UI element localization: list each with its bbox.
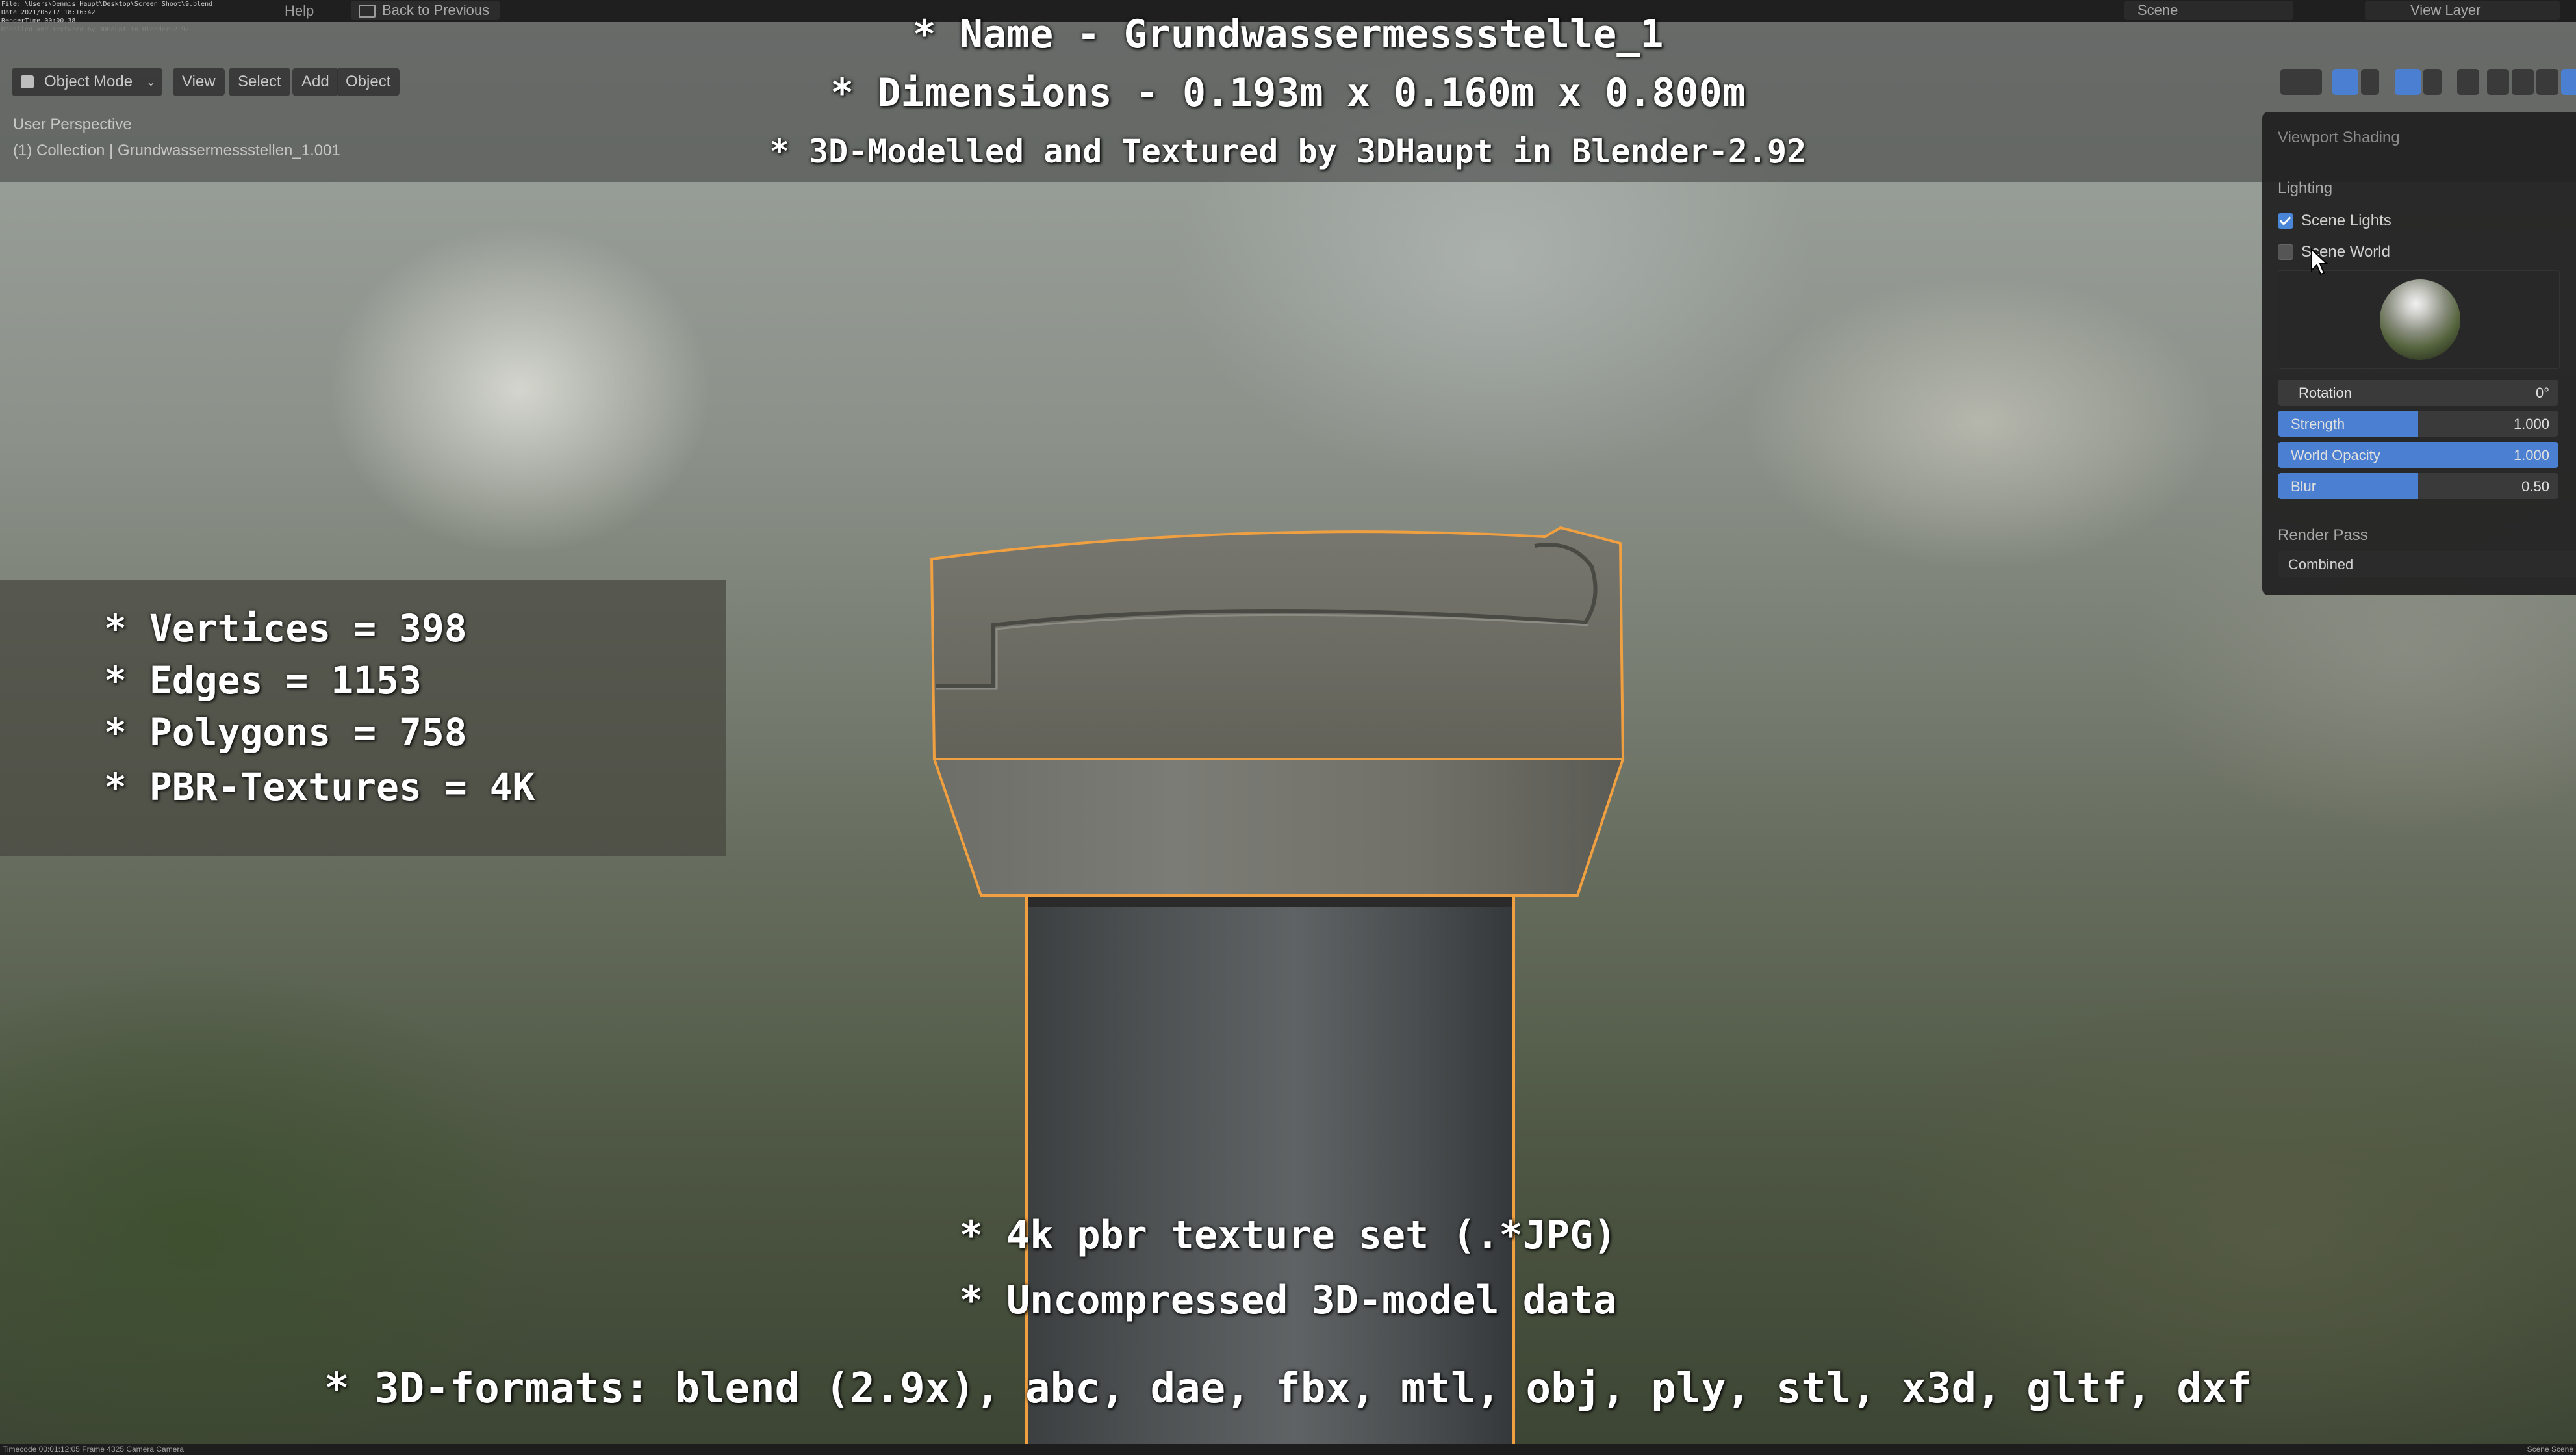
status-right: Scene Scene — [2527, 1445, 2573, 1454]
stat-polygons: * Polygons = 758 — [104, 710, 467, 754]
texture-set-info: * 4k pbr texture set (.*JPG) — [959, 1213, 1617, 1258]
render-pass-label: Render Pass — [2278, 526, 2368, 544]
formats-info: * 3D-formats: blend (2.9x), abc, dae, fb… — [324, 1365, 2252, 1413]
model-stats-panel: * Vertices = 398 * Edges = 1153 * Polygo… — [0, 580, 726, 856]
uncompressed-info: * Uncompressed 3D-model data — [959, 1278, 1617, 1323]
status-bar: Timecode 00:01:12:05 Frame 4325 Camera C… — [0, 1444, 2576, 1455]
viewport-perspective-label: User Perspective — [13, 116, 132, 133]
world-opacity-slider[interactable]: World Opacity 1.000 — [2278, 442, 2558, 468]
cap-upper — [930, 526, 1625, 760]
rotation-field[interactable]: Rotation 0° — [2278, 380, 2558, 406]
render-pass-dropdown[interactable]: Combined — [2278, 551, 2576, 577]
mouse-cursor-icon — [2311, 248, 2329, 276]
hdri-sphere-icon — [2380, 279, 2460, 360]
stat-edges: * Edges = 1153 — [104, 658, 422, 702]
model-credit: * 3D-Modelled and Textured by 3DHaupt in… — [769, 133, 1807, 170]
cap-lower — [932, 758, 1625, 897]
blur-slider[interactable]: Blur 0.50 — [2278, 473, 2558, 499]
status-left: Timecode 00:01:12:05 Frame 4325 Camera C… — [3, 1445, 185, 1454]
model-name: * Name - Grundwassermessstelle_1 — [912, 12, 1664, 57]
scene-lights-label[interactable]: Scene Lights — [2301, 212, 2391, 230]
stat-vertices: * Vertices = 398 — [104, 606, 467, 650]
scene-lights-checkbox[interactable] — [2278, 213, 2293, 229]
viewport-shading-popover: Viewport Shading Lighting Scene Lights S… — [2262, 112, 2576, 595]
hdri-preview[interactable] — [2278, 270, 2560, 369]
scene-world-checkbox[interactable] — [2278, 244, 2293, 260]
model-dimensions: * Dimensions - 0.193m x 0.160m x 0.800m — [830, 70, 1746, 116]
stat-textures: * PBR-Textures = 4K — [104, 765, 535, 809]
lighting-label: Lighting — [2278, 179, 2333, 197]
strength-slider[interactable]: Strength 1.000 — [2278, 411, 2558, 437]
popover-title: Viewport Shading — [2278, 129, 2400, 146]
